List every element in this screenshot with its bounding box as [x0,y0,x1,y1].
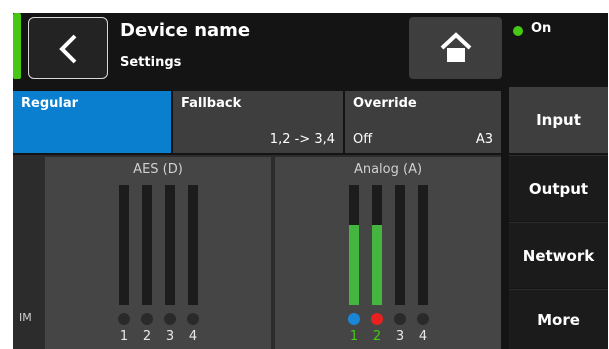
meter-group-title: AES (D) [133,162,183,177]
home-button[interactable] [409,17,502,79]
channel-number: 2 [142,329,152,344]
level-meter [349,185,359,305]
channel-number: 1 [349,329,359,344]
override-input: A3 [475,132,493,147]
meter-group-analog: Analog (A) 1234 [275,157,501,349]
status-bar [13,13,21,79]
nav-more[interactable]: More [509,289,608,349]
nav-network[interactable]: Network [509,222,608,288]
channel-indicator-icon [394,313,406,325]
channel-indicator-icon [187,313,199,325]
power-status-label: On [531,21,552,36]
channel-indicator-icon [141,313,153,325]
channel-indicator-icon [348,313,360,325]
mode-label: Fallback [181,96,242,111]
device-title: Device name [120,20,251,41]
home-icon [440,32,472,62]
device-screen: Device name Settings On Regular Fallback… [13,13,608,349]
channel-number: 1 [119,329,129,344]
power-status-icon [513,26,523,36]
channel-indicator-icon [417,313,429,325]
level-meter [142,185,152,305]
channel-number: 4 [418,329,428,344]
channel-indicator-icon [164,313,176,325]
channel-number: 3 [165,329,175,344]
level-meter [188,185,198,305]
nav-output[interactable]: Output [509,155,608,221]
input-meters: IM AES (D) 1234 Analog (A) 1234 [13,155,501,349]
chevron-left-icon [59,34,77,64]
mode-tab-override[interactable]: Override Off A3 [345,91,501,153]
input-monitor-label: IM [19,311,32,324]
level-meter [165,185,175,305]
level-meter [372,185,382,305]
channel-indicator-icon [118,313,130,325]
nav-input[interactable]: Input [509,87,608,153]
channel-number: 2 [372,329,382,344]
page-subtitle: Settings [120,55,182,70]
channel-number: 4 [188,329,198,344]
back-button[interactable] [28,17,108,79]
level-meter-fill [372,224,382,305]
mode-tab-regular[interactable]: Regular [13,91,171,153]
channel-number: 3 [395,329,405,344]
level-meter-fill [349,224,359,305]
level-meter [418,185,428,305]
mode-tab-fallback[interactable]: Fallback 1,2 -> 3,4 [173,91,343,153]
mode-label: Override [353,96,417,111]
level-meter [119,185,129,305]
mode-label: Regular [21,96,79,111]
meter-group-title: Analog (A) [353,162,423,177]
channel-indicator-icon [371,313,383,325]
meter-group-aes: AES (D) 1234 [45,157,271,349]
fallback-mapping: 1,2 -> 3,4 [269,132,335,147]
override-state: Off [353,132,373,147]
level-meter [395,185,405,305]
